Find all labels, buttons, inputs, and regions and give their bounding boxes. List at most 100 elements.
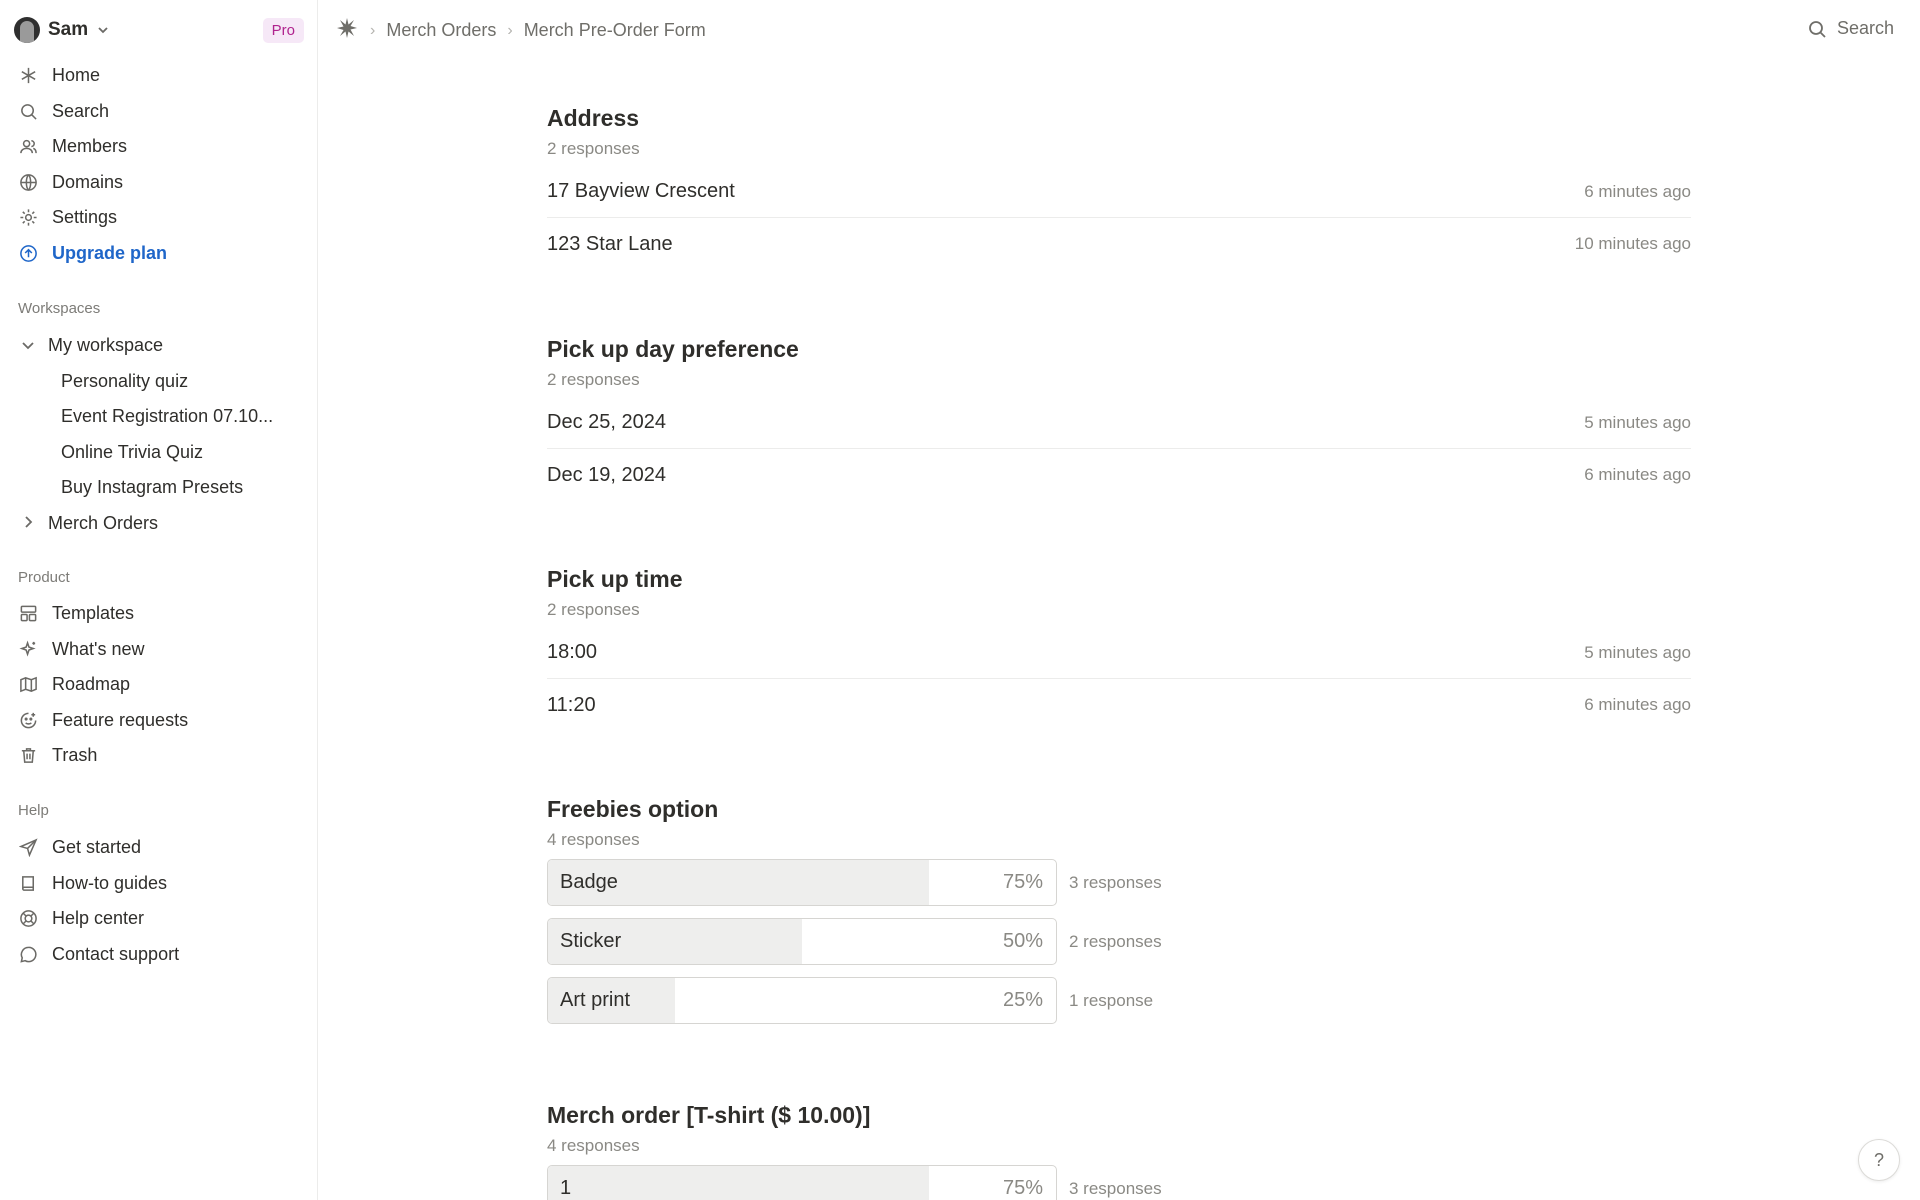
- response-row: 17 Bayview Crescent 6 minutes ago: [547, 166, 1691, 218]
- response-row: 123 Star Lane 10 minutes ago: [547, 218, 1691, 270]
- nav-home[interactable]: Home: [14, 58, 304, 94]
- option-percent: 75%: [1002, 871, 1043, 893]
- gear-icon: [18, 208, 38, 228]
- nav-label: Get started: [52, 837, 142, 858]
- response-time: 6 minutes ago: [1584, 695, 1691, 714]
- response-row: 11:20 6 minutes ago: [547, 679, 1691, 731]
- option-count: 3 responses: [1069, 872, 1162, 892]
- app-logo-icon[interactable]: [335, 16, 359, 45]
- response-row: 18:00 5 minutes ago: [547, 627, 1691, 679]
- option-count: 2 responses: [1069, 931, 1162, 951]
- response-value: 18:00: [547, 641, 598, 663]
- nav-get-started[interactable]: Get started: [14, 830, 304, 866]
- nav-label: Members: [52, 136, 128, 157]
- question-title: Merch order [T-shirt ($ 10.00)]: [547, 1102, 871, 1128]
- workspace-form-item[interactable]: Personality quiz: [14, 364, 304, 400]
- option-percent: 25%: [1002, 989, 1043, 1011]
- nav-upgrade-plan[interactable]: Upgrade plan: [14, 236, 304, 272]
- workspace-merch-orders[interactable]: Merch Orders: [14, 506, 304, 542]
- nav-label: Domains: [52, 171, 124, 192]
- product-nav: Templates What's new Roadmap Feature req…: [14, 596, 304, 774]
- question-title: Address: [547, 105, 640, 131]
- response-count: 4 responses: [547, 830, 640, 849]
- user-switcher[interactable]: Sam Pro: [14, 14, 304, 46]
- workspace-my-workspace[interactable]: My workspace: [14, 328, 304, 364]
- response-time: 5 minutes ago: [1584, 642, 1691, 662]
- option-count: 1 response: [1069, 990, 1154, 1010]
- breadcrumb-current-form[interactable]: Merch Pre-Order Form: [524, 20, 706, 41]
- option-label: Badge: [560, 871, 618, 893]
- option-bar[interactable]: 1 75%: [547, 1165, 1057, 1200]
- response-time: 5 minutes ago: [1584, 412, 1691, 432]
- question-title: Pick up time: [547, 566, 683, 592]
- option-row: Sticker 50% 2 responses: [547, 912, 1691, 971]
- question-freebies: Freebies option 4 responses Badge 75% 3 …: [547, 796, 1691, 1030]
- workspace-label: Merch Orders: [48, 512, 159, 533]
- workspace-form-item[interactable]: Event Registration 07.10...: [14, 399, 304, 435]
- members-icon: [18, 137, 38, 157]
- question-pickup-time: Pick up time 2 responses 18:00 5 minutes…: [547, 566, 1691, 731]
- option-bar[interactable]: Badge 75%: [547, 859, 1057, 906]
- help-heading: Help: [18, 802, 49, 819]
- workspace-tree: My workspace Personality quiz Event Regi…: [14, 328, 304, 541]
- nav-roadmap[interactable]: Roadmap: [14, 667, 304, 703]
- avatar: [14, 17, 40, 43]
- nav-label: How-to guides: [52, 872, 168, 893]
- help-button[interactable]: ?: [1858, 1139, 1900, 1181]
- option-row: Art print 25% 1 response: [547, 971, 1691, 1030]
- response-count: 2 responses: [547, 600, 640, 619]
- search-label: Search: [1836, 18, 1894, 38]
- nav-members[interactable]: Members: [14, 129, 304, 165]
- chevron-right-icon[interactable]: [20, 514, 38, 532]
- search-icon: [1809, 20, 1826, 38]
- nav-trash[interactable]: Trash: [14, 738, 304, 774]
- option-percent: 75%: [1002, 1177, 1043, 1199]
- nav-label: Search: [52, 100, 110, 121]
- nav-whats-new[interactable]: What's new: [14, 632, 304, 668]
- option-fill: [548, 1166, 929, 1200]
- nav-label: Contact support: [52, 943, 180, 964]
- option-bar[interactable]: Art print 25%: [547, 977, 1057, 1024]
- response-time: 10 minutes ago: [1574, 234, 1691, 253]
- nav-domains[interactable]: Domains: [14, 165, 304, 201]
- workspace-form-item[interactable]: Online Trivia Quiz: [14, 435, 304, 471]
- response-time: 6 minutes ago: [1584, 465, 1691, 484]
- nav-label: Home: [52, 65, 101, 86]
- nav-label: What's new: [52, 638, 145, 659]
- question-merch-order: Merch order [T-shirt ($ 10.00)] 4 respon…: [547, 1102, 1691, 1200]
- workspaces-heading: Workspaces: [18, 300, 101, 317]
- upgrade-icon: [18, 243, 38, 263]
- response-count: 2 responses: [547, 139, 640, 158]
- lifebuoy-icon: [18, 909, 38, 929]
- nav-how-to-guides[interactable]: How-to guides: [14, 866, 304, 902]
- plan-badge: Pro: [262, 17, 304, 43]
- nav-label: Templates: [52, 603, 135, 624]
- chevron-down-icon[interactable]: [20, 337, 38, 355]
- response-value: 11:20: [547, 693, 596, 716]
- workspace-form-item[interactable]: Buy Instagram Presets: [14, 470, 304, 506]
- nav-label: Feature requests: [52, 709, 189, 730]
- nav-settings[interactable]: Settings: [14, 200, 304, 236]
- help-nav: Get started How-to guides Help center Co…: [14, 830, 304, 972]
- nav-feature-requests[interactable]: Feature requests: [14, 703, 304, 739]
- question-address: Address 2 responses 17 Bayview Crescent …: [547, 105, 1691, 270]
- main-nav: Home Search Members Domains Settings Upg…: [14, 58, 304, 271]
- nav-help-center[interactable]: Help center: [14, 901, 304, 937]
- response-time: 6 minutes ago: [1584, 181, 1691, 201]
- response-count: 2 responses: [547, 370, 640, 389]
- user-name: Sam: [48, 19, 89, 40]
- nav-contact-support[interactable]: Contact support: [14, 937, 304, 973]
- nav-search[interactable]: Search: [14, 94, 304, 130]
- nav-templates[interactable]: Templates: [14, 596, 304, 632]
- option-count: 3 responses: [1069, 1178, 1162, 1198]
- map-icon: [18, 675, 38, 695]
- response-value: 123 Star Lane: [547, 232, 673, 255]
- globe-icon: [18, 172, 38, 192]
- option-bar[interactable]: Sticker 50%: [547, 918, 1057, 965]
- asterisk-icon: [18, 66, 38, 86]
- chevron-down-icon: [98, 27, 108, 34]
- response-count: 4 responses: [547, 1136, 640, 1155]
- top-search-button[interactable]: Search: [1807, 18, 1894, 39]
- response-value: Dec 25, 2024: [547, 411, 666, 433]
- breadcrumb-merch-orders[interactable]: Merch Orders: [386, 20, 496, 41]
